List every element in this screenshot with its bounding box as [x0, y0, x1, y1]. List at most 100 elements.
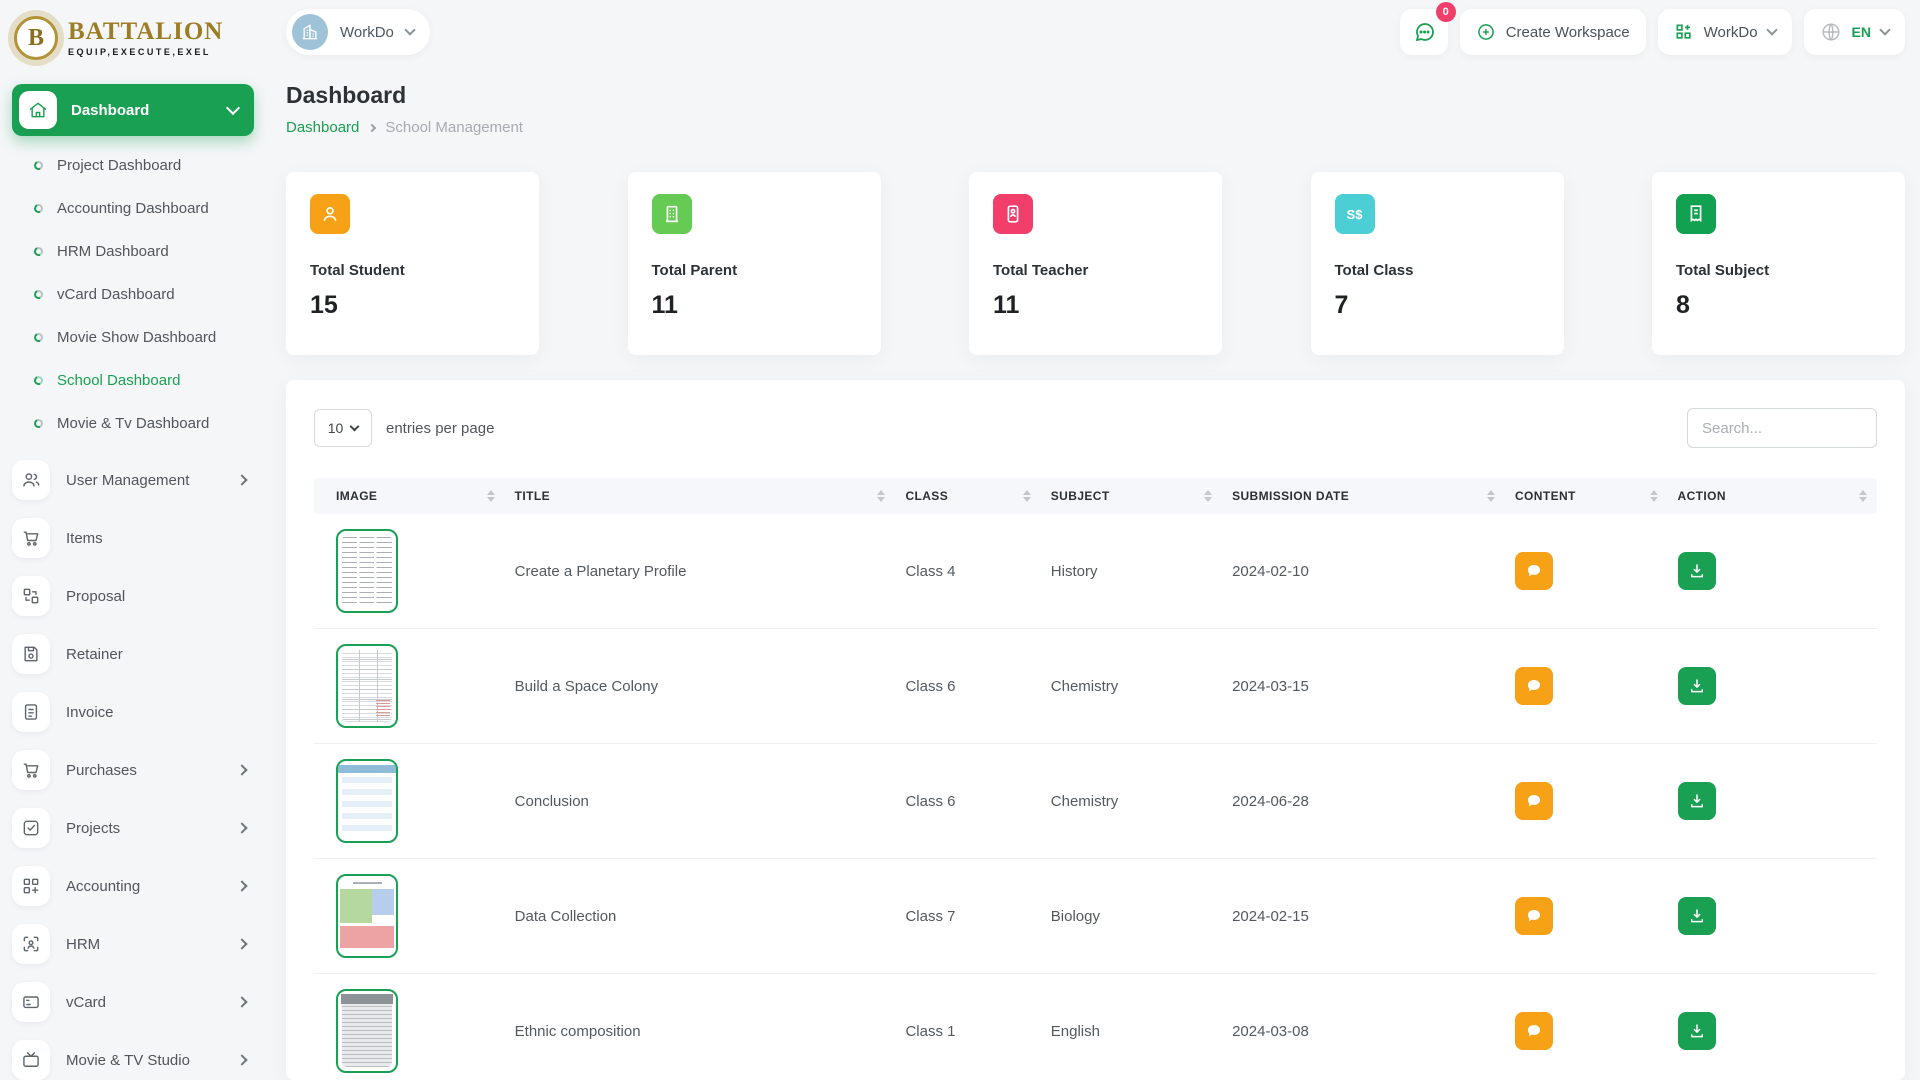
swap-squares-icon	[12, 576, 50, 616]
stat-value: 15	[310, 291, 515, 320]
content-comment-button[interactable]	[1515, 1012, 1553, 1050]
content-comment-button[interactable]	[1515, 552, 1553, 590]
table-row: Create a Planetary Profile Class 4 Histo…	[314, 514, 1877, 629]
create-workspace-label: Create Workspace	[1506, 24, 1630, 41]
bullet-icon	[33, 246, 45, 258]
sidebar-item-movie-tv-dashboard[interactable]: Movie & Tv Dashboard	[0, 402, 270, 445]
download-button[interactable]	[1678, 1012, 1716, 1050]
document-thumbnail[interactable]	[336, 989, 398, 1073]
stat-card-total-subject: Total Subject 8	[1652, 172, 1905, 355]
bullet-icon	[33, 203, 45, 215]
table-row: Build a Space Colony Class 6 Chemistry 2…	[314, 629, 1877, 744]
user-focus-icon	[12, 924, 50, 964]
column-header-title[interactable]: TITLE	[505, 478, 896, 514]
chevron-down-icon	[350, 422, 360, 432]
column-header-action[interactable]: ACTION	[1668, 478, 1877, 514]
cell-subject: Chemistry	[1041, 744, 1222, 859]
sidebar: B BATTALION EQUIP,EXECUTE,EXEL Dashboard…	[0, 0, 270, 1080]
cell-class: Class 1	[895, 974, 1040, 1080]
search-input[interactable]	[1687, 408, 1877, 448]
cell-title: Build a Space Colony	[505, 629, 896, 744]
page-title: Dashboard	[286, 82, 1905, 109]
chevron-down-icon	[226, 101, 240, 115]
cell-title: Conclusion	[505, 744, 896, 859]
column-header-image[interactable]: IMAGE	[314, 478, 505, 514]
sidebar-item-projects[interactable]: Projects	[0, 799, 270, 857]
sub-item-label: School Dashboard	[57, 372, 180, 389]
sidebar-item-accounting-dashboard[interactable]: Accounting Dashboard	[0, 187, 270, 230]
breadcrumb-dashboard-link[interactable]: Dashboard	[286, 119, 359, 136]
column-header-submission-date[interactable]: SUBMISSION DATE	[1222, 478, 1505, 514]
document-thumbnail[interactable]	[336, 759, 398, 843]
cart-icon	[12, 518, 50, 558]
create-workspace-button[interactable]: Create Workspace	[1460, 9, 1646, 55]
sub-item-label: vCard Dashboard	[57, 286, 175, 303]
document-thumbnail[interactable]	[336, 644, 398, 728]
document-thumbnail[interactable]	[336, 529, 398, 613]
sort-icon	[1859, 490, 1867, 502]
chevron-right-icon	[236, 996, 247, 1007]
content-comment-button[interactable]	[1515, 782, 1553, 820]
download-button[interactable]	[1678, 897, 1716, 935]
sidebar-item-user-management[interactable]: User Management	[0, 451, 270, 509]
sidebar-item-proposal[interactable]: Proposal	[0, 567, 270, 625]
download-button[interactable]	[1678, 552, 1716, 590]
brand-name: BATTALION	[68, 19, 223, 44]
language-selector[interactable]: EN	[1804, 9, 1905, 55]
table-controls: 10 entries per page	[314, 408, 1877, 448]
stat-label: Total Class	[1335, 262, 1540, 279]
bullet-icon	[33, 289, 45, 301]
sidebar-item-retainer[interactable]: Retainer	[0, 625, 270, 683]
sidebar-item-project-dashboard[interactable]: Project Dashboard	[0, 144, 270, 187]
sidebar-item-school-dashboard[interactable]: School Dashboard	[0, 359, 270, 402]
messages-button[interactable]: 0	[1400, 9, 1448, 55]
download-icon	[1688, 562, 1706, 580]
sidebar-item-movie-tv-studio[interactable]: Movie & TV Studio	[0, 1031, 270, 1080]
sidebar-item-items[interactable]: Items	[0, 509, 270, 567]
top-bar: WorkDo 0 Create Workspace WorkDo	[286, 0, 1905, 56]
document-thumbnail[interactable]	[336, 874, 398, 958]
cell-class: Class 4	[895, 514, 1040, 629]
sidebar-item-hrm-dashboard[interactable]: HRM Dashboard	[0, 230, 270, 273]
chat-icon	[1412, 20, 1436, 44]
breadcrumb: Dashboard School Management	[286, 119, 1905, 136]
stat-label: Total Teacher	[993, 262, 1198, 279]
cart-icon	[12, 750, 50, 790]
home-icon	[19, 91, 57, 129]
sidebar-item-accounting[interactable]: Accounting	[0, 857, 270, 915]
column-header-content[interactable]: CONTENT	[1505, 478, 1668, 514]
globe-icon	[1820, 21, 1842, 43]
workdo-menu-label: WorkDo	[1704, 24, 1758, 41]
sort-icon	[487, 490, 495, 502]
currency-icon-text: S$	[1347, 207, 1363, 222]
content-comment-button[interactable]	[1515, 897, 1553, 935]
sidebar-item-hrm[interactable]: HRM	[0, 915, 270, 973]
content-comment-button[interactable]	[1515, 667, 1553, 705]
chevron-down-icon	[404, 24, 415, 35]
chat-bubble-icon	[1525, 907, 1543, 925]
cell-title: Ethnic composition	[505, 974, 896, 1080]
sidebar-item-purchases[interactable]: Purchases	[0, 741, 270, 799]
sidebar-item-dashboard[interactable]: Dashboard	[12, 84, 254, 136]
stat-value: 11	[652, 291, 857, 320]
bullet-icon	[33, 375, 45, 387]
workspace-selector[interactable]: WorkDo	[286, 9, 430, 55]
users-icon	[12, 460, 50, 500]
column-header-class[interactable]: CLASS	[895, 478, 1040, 514]
download-button[interactable]	[1678, 667, 1716, 705]
nav-item-label: Proposal	[66, 588, 246, 605]
cell-submission-date: 2024-06-28	[1222, 744, 1505, 859]
download-icon	[1688, 792, 1706, 810]
workdo-menu-button[interactable]: WorkDo	[1658, 9, 1792, 55]
sidebar-item-movie-show-dashboard[interactable]: Movie Show Dashboard	[0, 316, 270, 359]
column-header-subject[interactable]: SUBJECT	[1041, 478, 1222, 514]
download-icon	[1688, 907, 1706, 925]
sidebar-item-vcard-dashboard[interactable]: vCard Dashboard	[0, 273, 270, 316]
sidebar-item-vcard[interactable]: vCard	[0, 973, 270, 1031]
sub-item-label: Movie Show Dashboard	[57, 329, 216, 346]
entries-count-select[interactable]: 10	[314, 409, 372, 447]
download-button[interactable]	[1678, 782, 1716, 820]
sidebar-item-invoice[interactable]: Invoice	[0, 683, 270, 741]
bullet-icon	[33, 418, 45, 430]
grid-plus-icon	[12, 866, 50, 906]
